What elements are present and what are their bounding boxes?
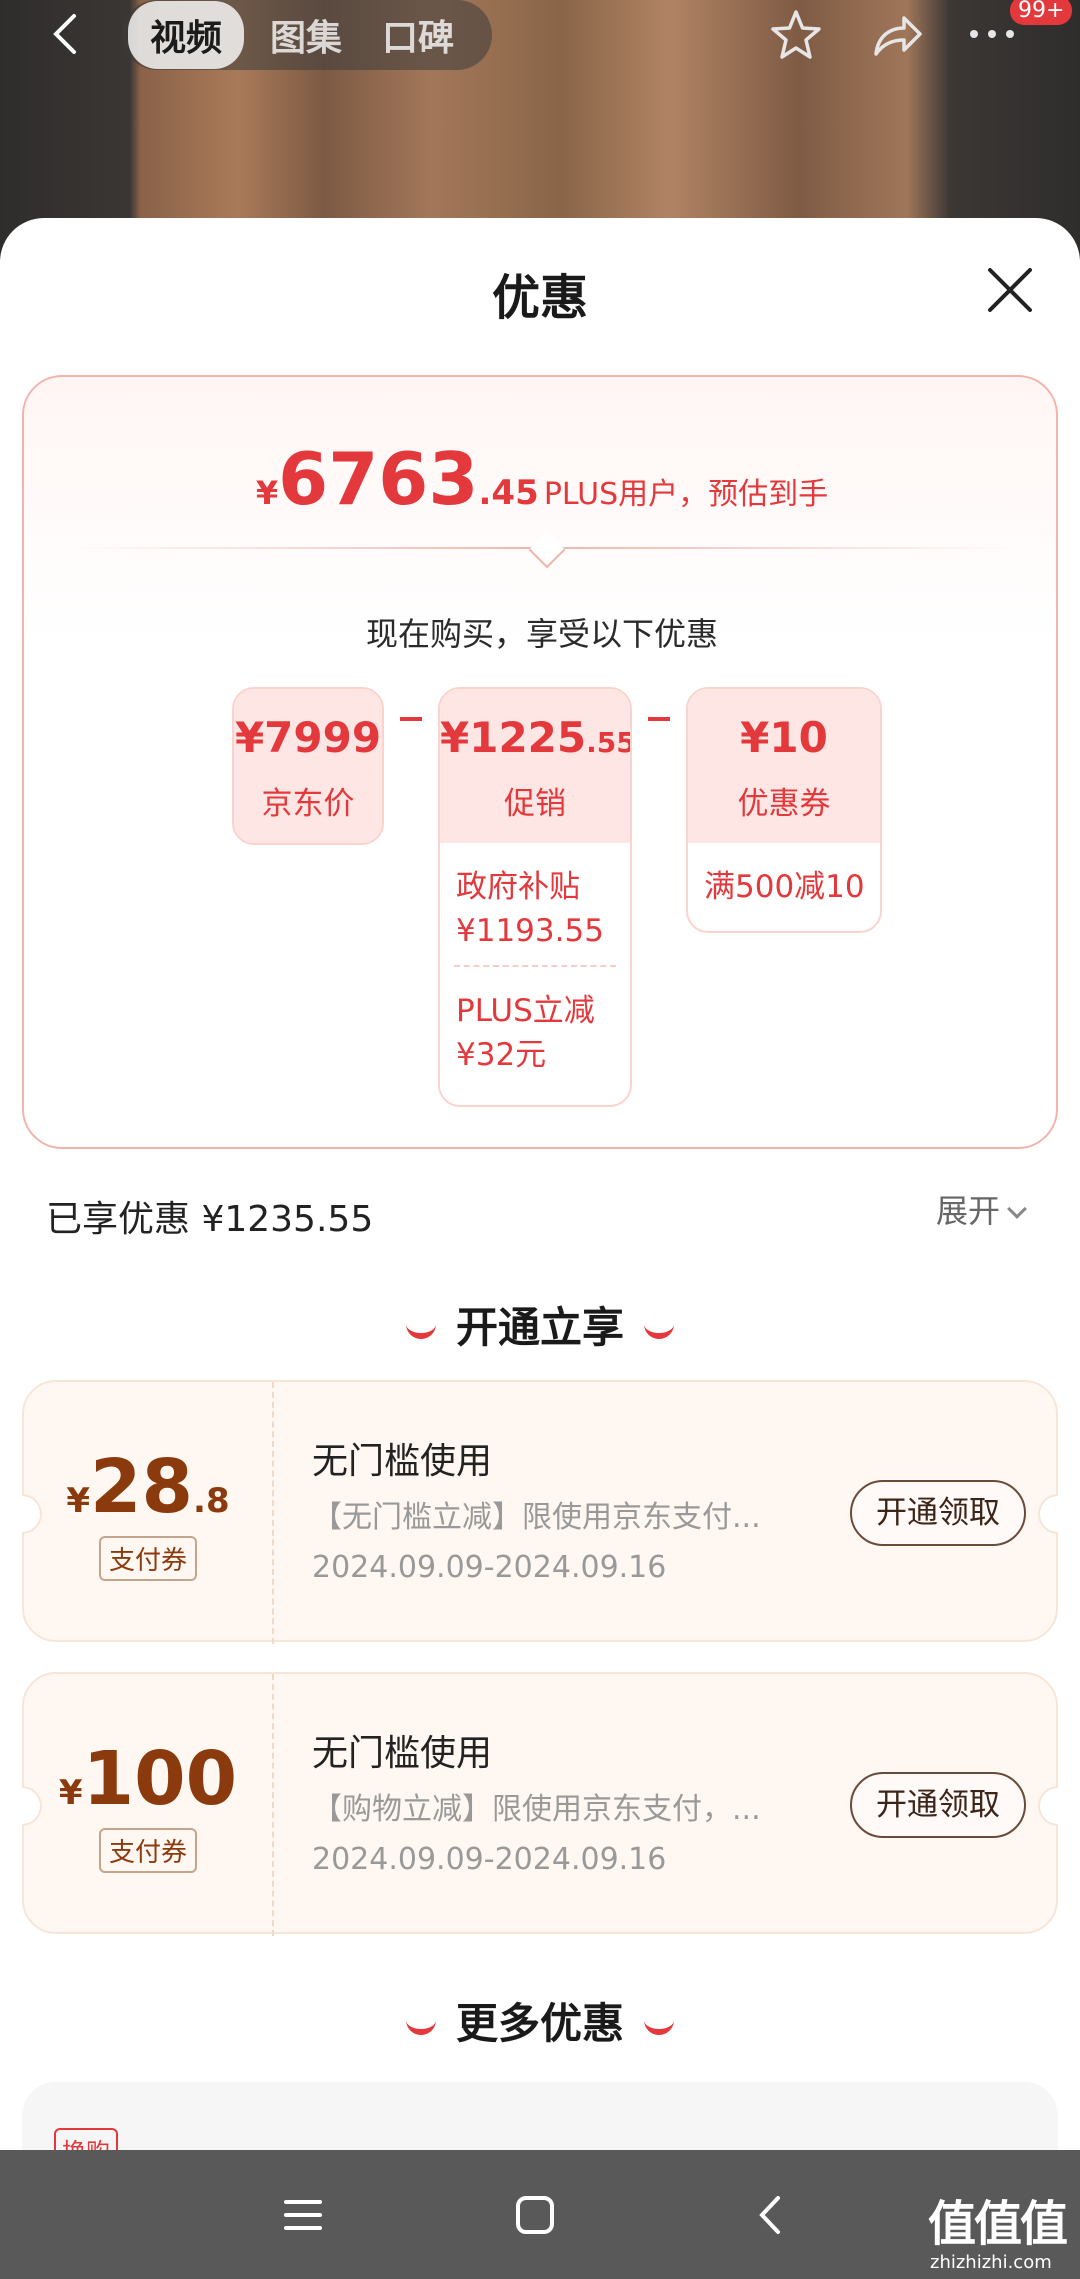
- price-card-name: 京东价: [261, 786, 355, 822]
- section-header-more: 更多优惠: [0, 1990, 1080, 2051]
- ticket-notch: [1038, 1494, 1058, 1534]
- estimated-price-integer: 6763: [278, 437, 479, 521]
- discount-subhead: 现在购买，享受以下优惠: [365, 615, 718, 653]
- price-card-value: ¥7999: [234, 713, 382, 762]
- section-title: 开通立享: [455, 1303, 624, 1352]
- system-navigation-bar: [0, 2150, 1080, 2279]
- coupon-card: ¥28.8 支付券 无门槛使用 【无门槛立减】限使用京东支付... 2024.0…: [22, 1380, 1058, 1644]
- top-bar: 视频 图集 口碑 99+: [0, 0, 1080, 70]
- coupon-amount: ¥100: [58, 1736, 238, 1822]
- home-icon[interactable]: [512, 2192, 558, 2238]
- estimated-price-decimal: .45: [478, 473, 539, 513]
- promotion-item-plus: PLUS立减 ¥32元: [456, 993, 595, 1073]
- price-card-jd: ¥7999 京东价: [232, 687, 384, 845]
- coupon-item: 满500减10: [704, 869, 865, 905]
- smile-left-icon: [405, 2019, 436, 2035]
- enjoyed-discount-total: 已享优惠 ¥1235.55: [46, 1199, 374, 1240]
- back-icon[interactable]: [46, 12, 86, 56]
- price-card-name: 促销: [504, 786, 566, 822]
- divider-notch: [528, 531, 566, 569]
- watermark-logo: 值值值: [928, 2196, 1068, 2252]
- section-header-open: 开通立享: [0, 1294, 1080, 1355]
- section-title: 更多优惠: [455, 1999, 624, 2048]
- currency-symbol: ¥: [255, 474, 279, 512]
- watermark-url: zhizhizhi.com: [930, 2252, 1052, 2273]
- coupon-amount-area: ¥28.8 支付券: [24, 1382, 274, 1644]
- coupon-date-range: 2024.09.09-2024.09.16: [312, 1550, 667, 1585]
- sheet-title: 优惠: [491, 270, 588, 326]
- price-card-name: 优惠券: [737, 786, 831, 822]
- smile-left-icon: [405, 1323, 436, 1339]
- estimated-price: ¥6763.45 PLUS用户，预估到手: [24, 437, 1060, 521]
- tab-gallery[interactable]: 图集: [270, 9, 342, 61]
- price-card-value: ¥1225.55: [440, 713, 632, 762]
- price-breakdown-card: ¥6763.45 PLUS用户，预估到手 现在购买，享受以下优惠 ¥7999 京…: [22, 375, 1058, 1149]
- expand-label: 展开: [936, 1192, 1001, 1230]
- coupon-description: 【购物立减】限使用京东支付，...: [312, 1792, 761, 1827]
- coupon-description: 【无门槛立减】限使用京东支付...: [312, 1500, 761, 1535]
- minus-sign: [400, 717, 422, 721]
- coupon-title: 无门槛使用: [312, 1441, 493, 1482]
- price-card-promotion: ¥1225.55 促销 政府补贴 ¥1193.55 PLUS立减 ¥32元: [438, 687, 632, 1107]
- claim-coupon-button[interactable]: 开通领取: [850, 1480, 1026, 1546]
- close-icon[interactable]: [982, 262, 1038, 318]
- coupon-amount-area: ¥100 支付券: [24, 1674, 274, 1936]
- claim-coupon-button[interactable]: 开通领取: [850, 1772, 1026, 1838]
- share-icon[interactable]: [866, 6, 926, 66]
- tab-video[interactable]: 视频: [128, 1, 245, 69]
- back-icon[interactable]: [748, 2192, 794, 2238]
- chevron-down-icon: [1007, 1199, 1027, 1219]
- estimate-label: PLUS用户，预估到手: [543, 477, 829, 512]
- message-count-badge: 99+: [1010, 0, 1073, 25]
- smile-right-icon: [644, 2019, 674, 2035]
- ticket-notch: [1038, 1786, 1058, 1826]
- coupon-date-range: 2024.09.09-2024.09.16: [312, 1842, 667, 1877]
- coupon-type-tag: 支付券: [98, 1536, 197, 1581]
- coupon-amount: ¥28.8: [66, 1444, 230, 1530]
- minus-sign: [648, 717, 670, 721]
- star-icon[interactable]: [766, 6, 826, 66]
- coupon-type-tag: 支付券: [98, 1828, 197, 1873]
- smile-right-icon: [644, 1323, 674, 1339]
- promotion-item-subsidy: 政府补贴 ¥1193.55: [456, 869, 604, 949]
- price-card-coupon: ¥10 优惠券 满500减10: [686, 687, 882, 933]
- menu-icon[interactable]: [280, 2192, 326, 2238]
- expand-button[interactable]: 展开: [936, 1186, 1027, 1232]
- media-tab-switcher: 视频 图集 口碑: [122, 0, 492, 70]
- coupon-title: 无门槛使用: [312, 1733, 493, 1774]
- discount-sheet: 优惠 ¥6763.45 PLUS用户，预估到手 现在购买，享受以下优惠 ¥799…: [0, 218, 1080, 2222]
- coupon-card: ¥100 支付券 无门槛使用 【购物立减】限使用京东支付，... 2024.09…: [22, 1672, 1058, 1936]
- price-card-value: ¥10: [740, 713, 828, 762]
- tab-reviews[interactable]: 口碑: [382, 9, 454, 61]
